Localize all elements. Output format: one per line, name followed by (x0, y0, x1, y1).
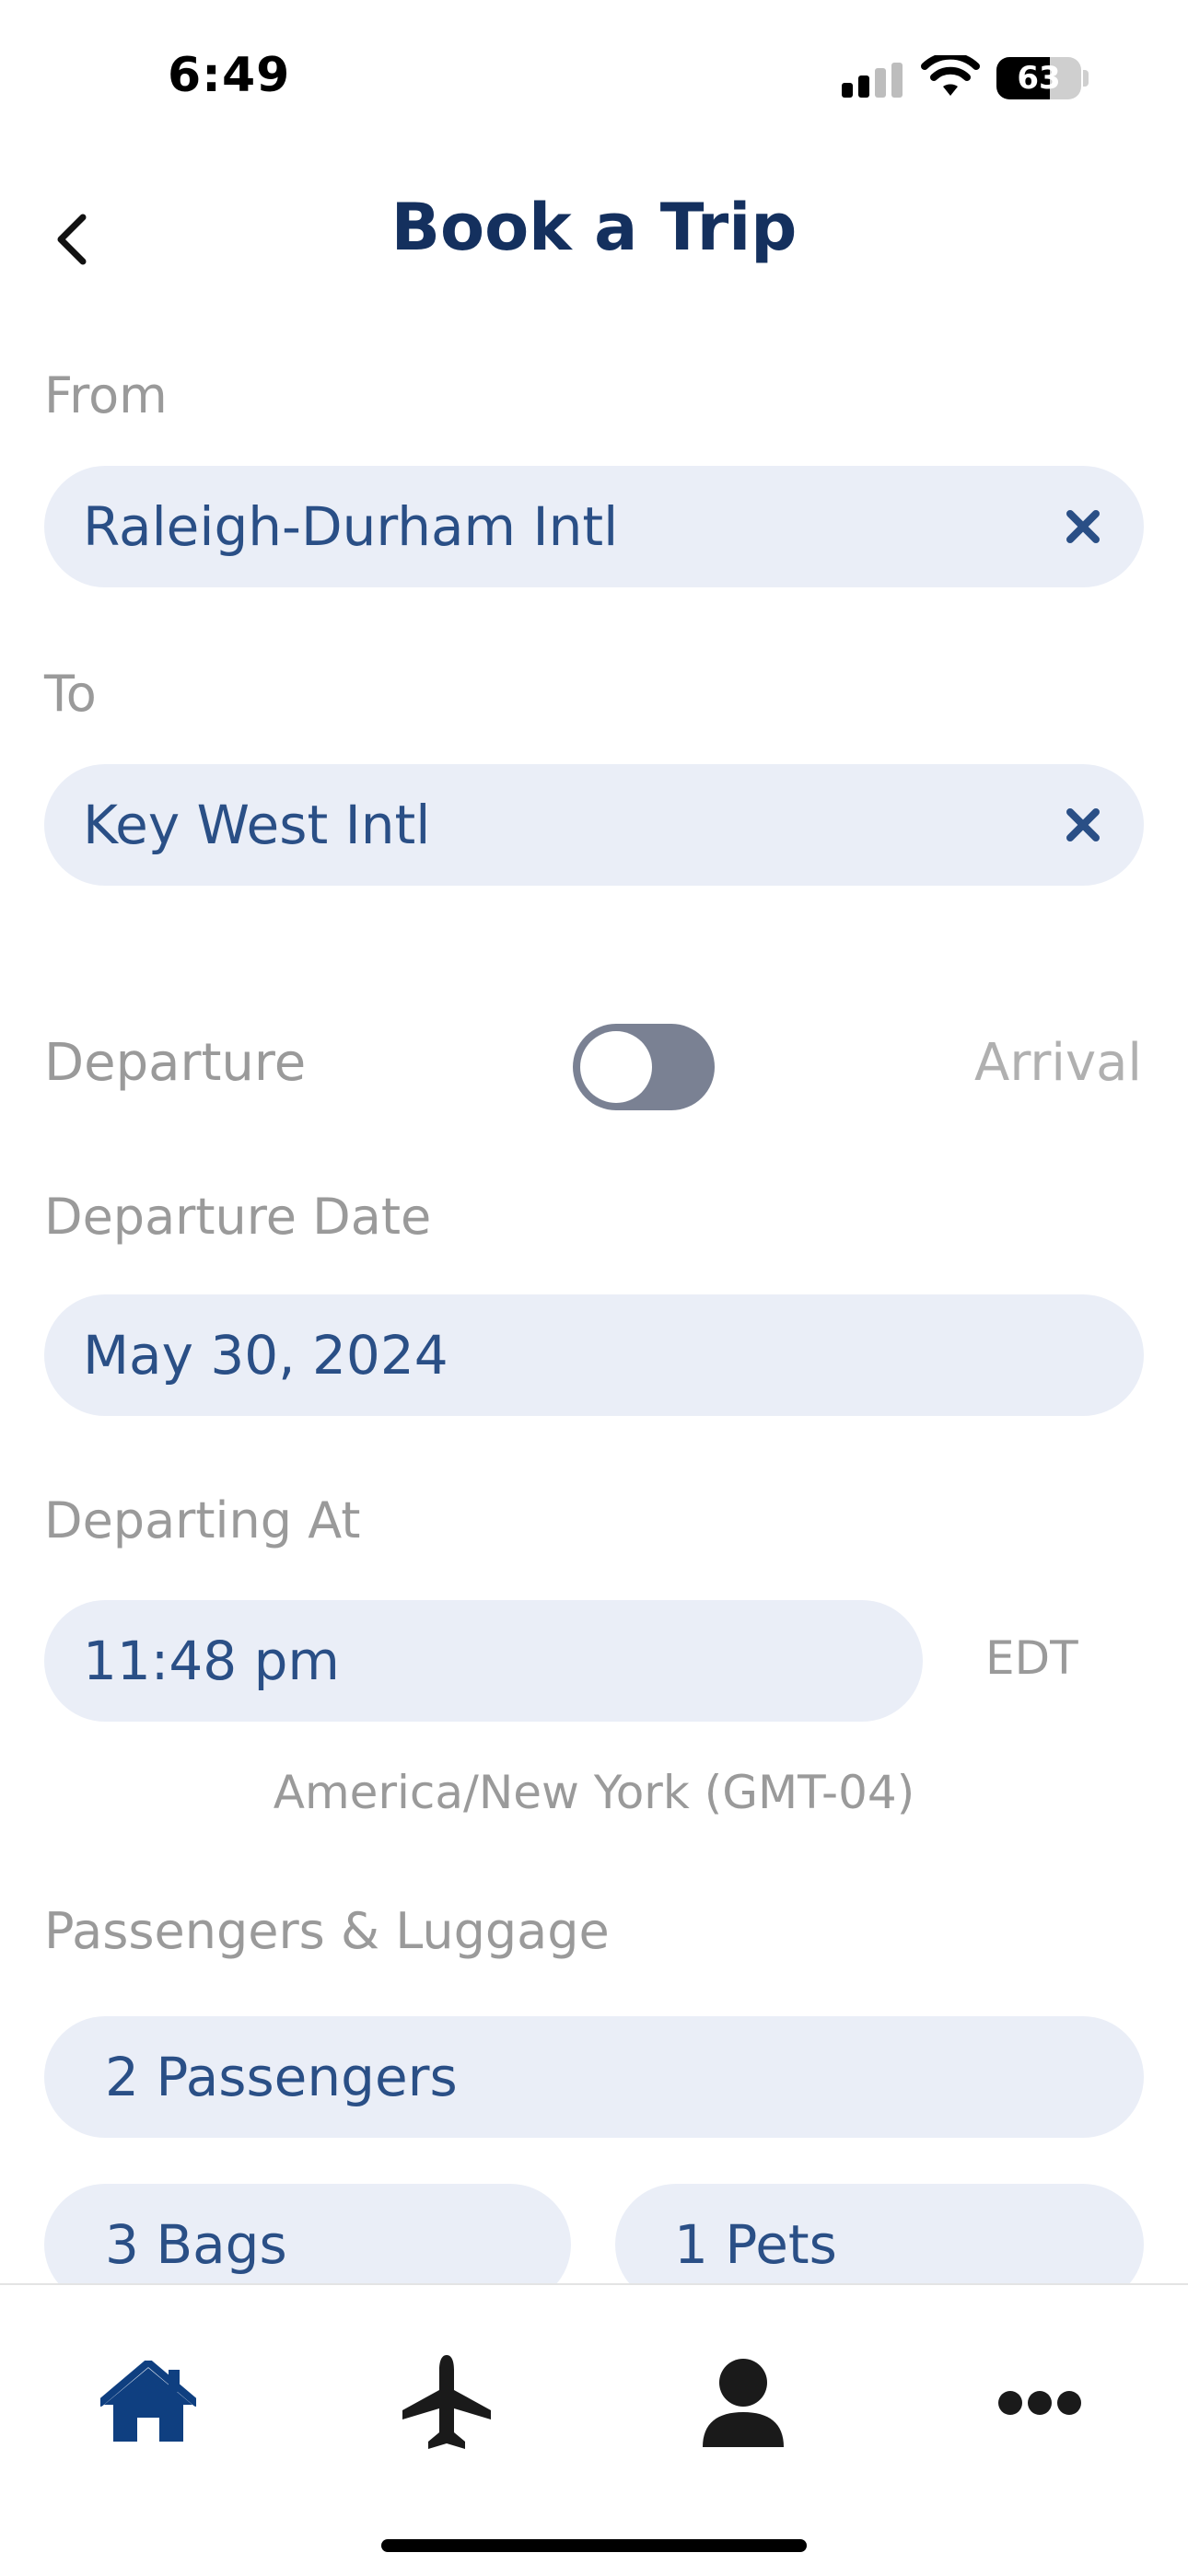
passengers-luggage-label: Passengers & Luggage (44, 1902, 610, 1960)
toggle-knob (580, 1031, 652, 1103)
tab-flights[interactable] (396, 2355, 497, 2449)
clear-to-icon[interactable] (1063, 805, 1103, 845)
home-icon (100, 2361, 196, 2442)
more-icon (998, 2391, 1081, 2415)
status-time: 6:49 (168, 48, 291, 103)
passengers-value: 2 Passengers (105, 2046, 458, 2108)
departing-time-field[interactable]: 11:48 pm (44, 1600, 923, 1722)
departing-at-label: Departing At (44, 1491, 361, 1549)
home-indicator (381, 2539, 807, 2552)
timezone-name: America/New York (GMT-04) (273, 1766, 915, 1819)
timezone-abbr: EDT (985, 1631, 1078, 1685)
to-field[interactable]: Key West Intl (44, 764, 1144, 886)
pets-value: 1 Pets (674, 2213, 837, 2276)
tab-profile[interactable] (693, 2357, 794, 2449)
page-title: Book a Trip (390, 190, 798, 265)
passengers-field[interactable]: 2 Passengers (44, 2016, 1144, 2138)
battery-level: 63 (1017, 60, 1061, 97)
departure-date-value: May 30, 2024 (83, 1324, 448, 1387)
departure-date-field[interactable]: May 30, 2024 (44, 1294, 1144, 1416)
departure-date-label: Departure Date (44, 1188, 432, 1246)
wifi-icon (921, 55, 980, 96)
bags-value: 3 Bags (105, 2213, 287, 2276)
tab-home[interactable] (98, 2357, 199, 2449)
airplane-icon (402, 2355, 491, 2449)
to-value: Key West Intl (83, 794, 431, 856)
clear-from-icon[interactable] (1063, 506, 1103, 547)
from-field[interactable]: Raleigh-Durham Intl (44, 466, 1144, 587)
departure-toggle-label: Departure (44, 1033, 307, 1093)
to-label: To (44, 665, 97, 723)
from-label: From (44, 366, 168, 424)
from-value: Raleigh-Durham Intl (83, 495, 619, 558)
cellular-signal-icon (842, 63, 903, 98)
departing-time-value: 11:48 pm (83, 1630, 340, 1692)
tab-more[interactable] (989, 2357, 1090, 2449)
battery-tip (1083, 70, 1089, 87)
person-icon (703, 2359, 784, 2447)
arrival-toggle-label: Arrival (974, 1033, 1142, 1093)
